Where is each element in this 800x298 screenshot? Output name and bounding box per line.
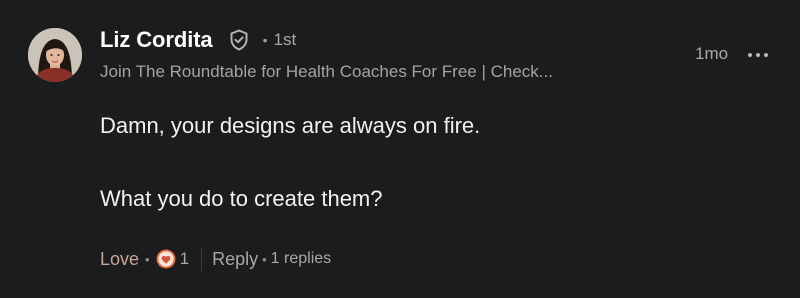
- comment-card: Liz Cordita • 1st Join The Roundtable fo…: [0, 0, 800, 298]
- action-divider: [201, 247, 203, 271]
- separator-dot: •: [262, 251, 267, 267]
- avatar[interactable]: [28, 28, 82, 82]
- comment-timestamp: 1mo: [695, 44, 729, 63]
- separator-dot: •: [262, 32, 268, 48]
- heart-reaction-icon[interactable]: [156, 249, 176, 269]
- shield-check-icon: [227, 28, 251, 52]
- connection-degree: 1st: [273, 30, 297, 49]
- comment-text-line-2: What you do to create them?: [100, 186, 383, 211]
- reaction-count[interactable]: 1: [180, 249, 189, 269]
- comment-text-line-1: Damn, your designs are always on fire.: [100, 113, 481, 138]
- author-row: Liz Cordita • 1st: [100, 25, 296, 55]
- more-options-icon[interactable]: [748, 45, 770, 65]
- author-name[interactable]: Liz Cordita: [100, 27, 213, 53]
- love-button[interactable]: Love: [100, 249, 139, 270]
- replies-count-link[interactable]: 1 replies: [271, 250, 331, 268]
- separator-dot: •: [145, 251, 150, 267]
- reply-button[interactable]: Reply: [212, 249, 258, 270]
- author-headline[interactable]: Join The Roundtable for Health Coaches F…: [100, 62, 553, 82]
- comment-actions: Love • 1 Reply • 1 replies: [100, 246, 331, 272]
